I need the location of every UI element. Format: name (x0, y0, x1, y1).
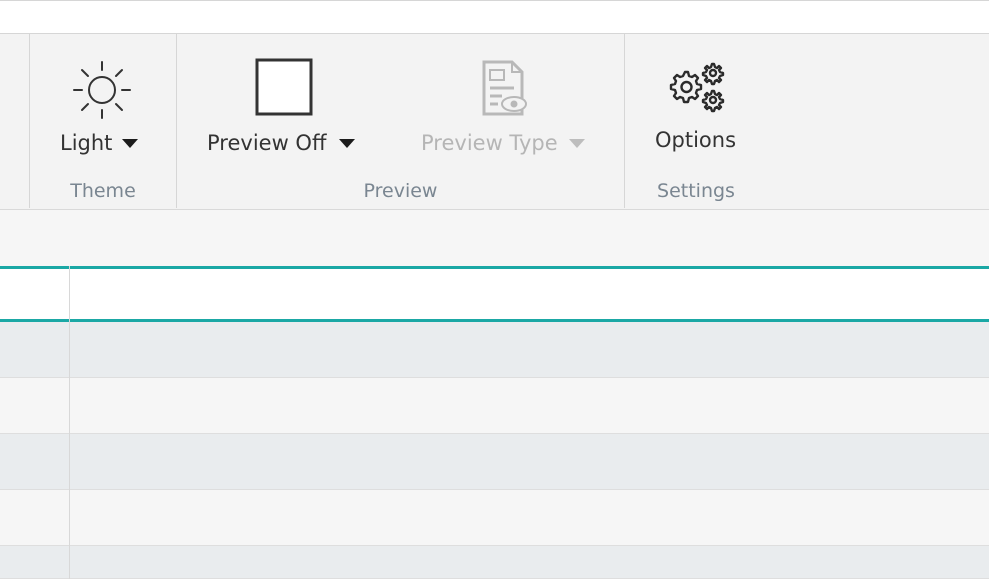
preview-toggle-button[interactable]: Preview Off (200, 42, 370, 166)
sub-toolbar (0, 210, 989, 266)
theme-button-label: Light (60, 131, 113, 155)
theme-group-label: Theme (70, 180, 136, 202)
sun-icon (73, 61, 131, 119)
theme-button[interactable]: Light (36, 42, 170, 166)
checkbox-empty-icon (255, 58, 313, 116)
document-eye-icon (482, 60, 527, 116)
table-row[interactable] (0, 546, 989, 579)
table-row[interactable] (0, 490, 989, 546)
chevron-down-icon (569, 139, 585, 148)
settings-group-label: Settings (657, 180, 735, 202)
options-button[interactable]: Options (640, 42, 752, 166)
table-row[interactable] (0, 322, 989, 378)
table-row[interactable] (0, 434, 989, 490)
data-grid (0, 266, 989, 579)
grid-header-row (0, 266, 989, 322)
chevron-down-icon (122, 139, 138, 148)
preview-button-label: Preview Off (207, 131, 327, 155)
chevron-down-icon (339, 139, 355, 148)
column-divider[interactable] (69, 266, 70, 579)
options-button-label: Options (655, 128, 737, 152)
preview-group-label: Preview (363, 180, 438, 202)
preview-type-button[interactable]: Preview Type (414, 42, 604, 166)
table-row[interactable] (0, 378, 989, 434)
top-bar (0, 0, 989, 34)
ribbon-toolbar: Light Theme Preview Off Preview Type Pre… (0, 34, 989, 210)
preview-type-button-label: Preview Type (421, 131, 558, 155)
gears-icon (669, 62, 725, 113)
